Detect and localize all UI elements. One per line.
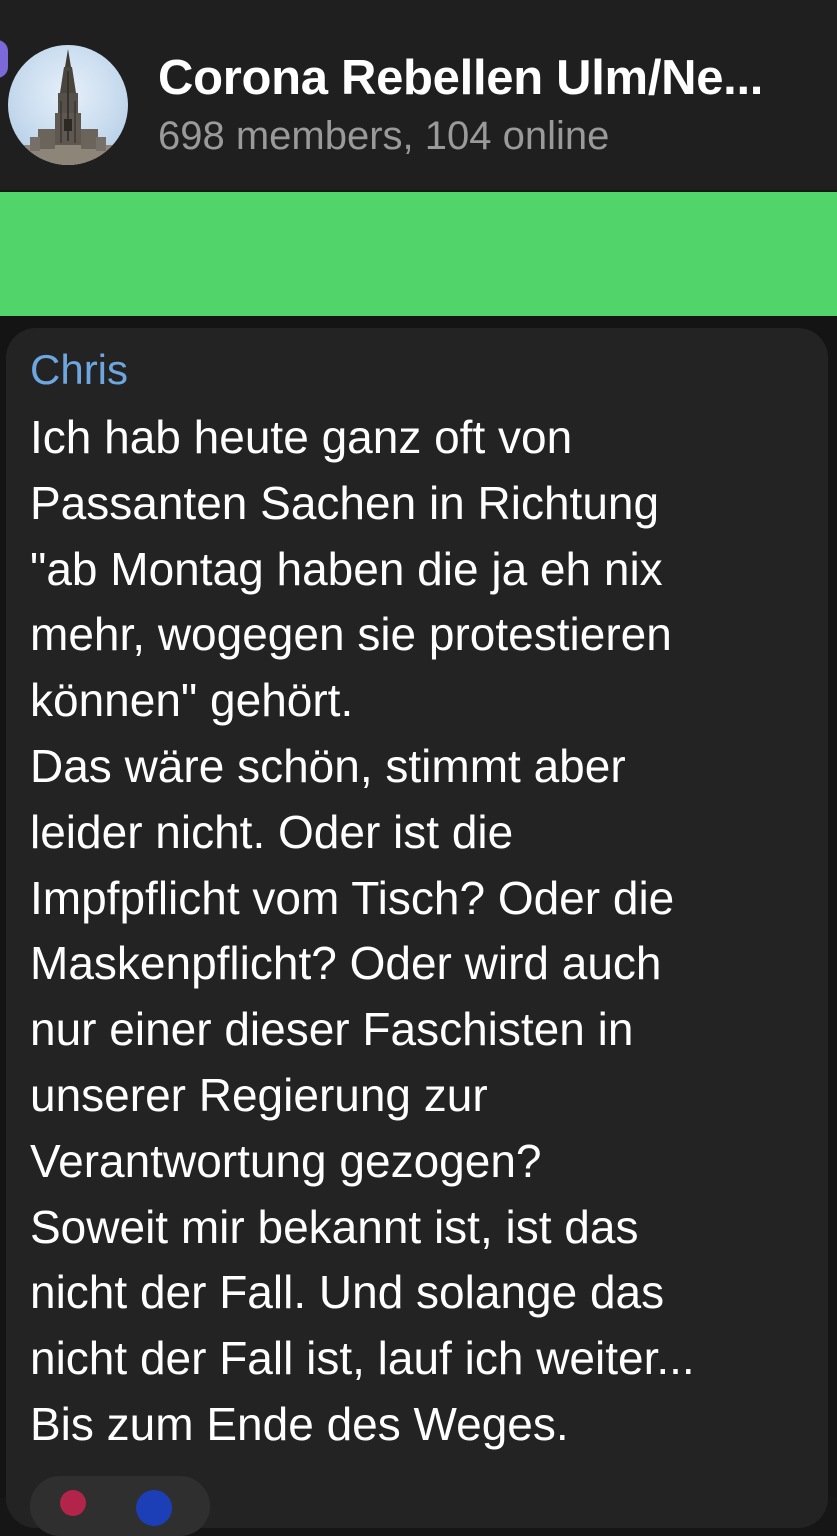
message-line: Ich hab heute ganz oft von [30,411,573,463]
message-line: nur einer dieser Faschisten in [30,1003,634,1056]
reaction-emoji-icon [60,1490,86,1516]
message-sender[interactable]: Chris [30,346,128,394]
message-line: können" gehört. [30,674,354,727]
chat-title[interactable]: Corona Rebellen Ulm/Ne... [158,50,808,106]
message-line: Bis zum Ende des Weges. [30,1397,569,1450]
message-line: leider nicht. Oder ist die [30,805,514,858]
message-line: "ab Montag haben die ja eh nix [30,542,663,595]
message-line: Verantwortung gezogen? [30,1134,542,1187]
unread-indicator [0,40,8,78]
message-line: nicht der Fall. Und solange das [30,1266,665,1319]
message-line: unserer Regierung zur [30,1068,488,1121]
message-line: mehr, wogegen sie protestieren [30,608,672,661]
group-avatar[interactable] [8,45,128,165]
reactor-avatar [136,1490,172,1526]
message-line: Maskenpflicht? Oder wird auch [30,937,662,990]
message-line: nicht der Fall ist, lauf ich weiter... [30,1332,695,1385]
message-line: Passanten Sachen in Richtung [30,476,660,529]
cathedral-icon [8,49,128,165]
member-count: 698 members, 104 online [158,114,610,158]
message-line: Das wäre schön, stimmt aber [30,739,626,792]
pinned-banner[interactable] [0,192,837,316]
message-line: Soweit mir bekannt ist, ist das [30,1200,639,1253]
reaction-chip[interactable] [30,1476,210,1536]
chat-header: Corona Rebellen Ulm/Ne... 698 members, 1… [0,0,837,190]
message-text: Ich hab heute ganz oft von Passanten Sac… [30,405,820,1458]
message-line: Impfpflicht vom Tisch? Oder die [30,871,675,924]
